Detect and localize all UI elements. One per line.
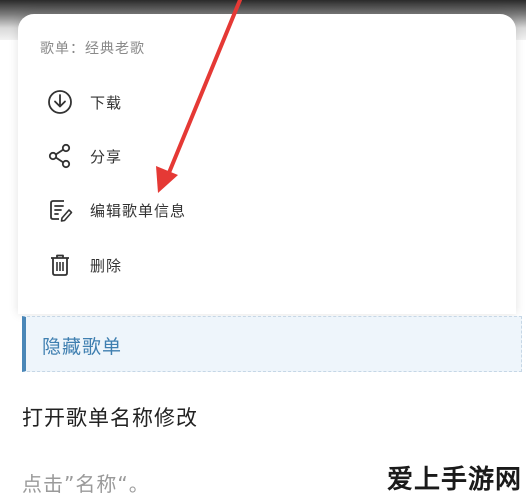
download-icon [44, 86, 76, 118]
watermark-logo: 爱上手游网 [386, 465, 522, 495]
hidden-playlist-section[interactable]: 隐藏歌单 [22, 316, 522, 372]
menu-item-delete[interactable]: 删除 [44, 247, 344, 283]
menu-item-label: 下载 [90, 93, 123, 112]
menu-item-label: 编辑歌单信息 [90, 201, 187, 220]
menu-item-download[interactable]: 下载 [44, 84, 344, 120]
edit-icon [44, 194, 76, 226]
menu-item-share[interactable]: 分享 [44, 138, 344, 174]
sheet-header: 歌单：经典老歌 [40, 41, 145, 57]
share-icon [44, 140, 76, 172]
article-heading: 打开歌单名称修改 [22, 406, 198, 430]
article-hint: 点击”名称“。 [22, 472, 150, 496]
menu-item-label: 删除 [90, 256, 123, 275]
menu-item-edit-info[interactable]: 编辑歌单信息 [44, 192, 344, 228]
trash-icon [44, 249, 76, 281]
hidden-playlist-label: 隐藏歌单 [42, 336, 123, 358]
menu-item-label: 分享 [90, 147, 123, 166]
